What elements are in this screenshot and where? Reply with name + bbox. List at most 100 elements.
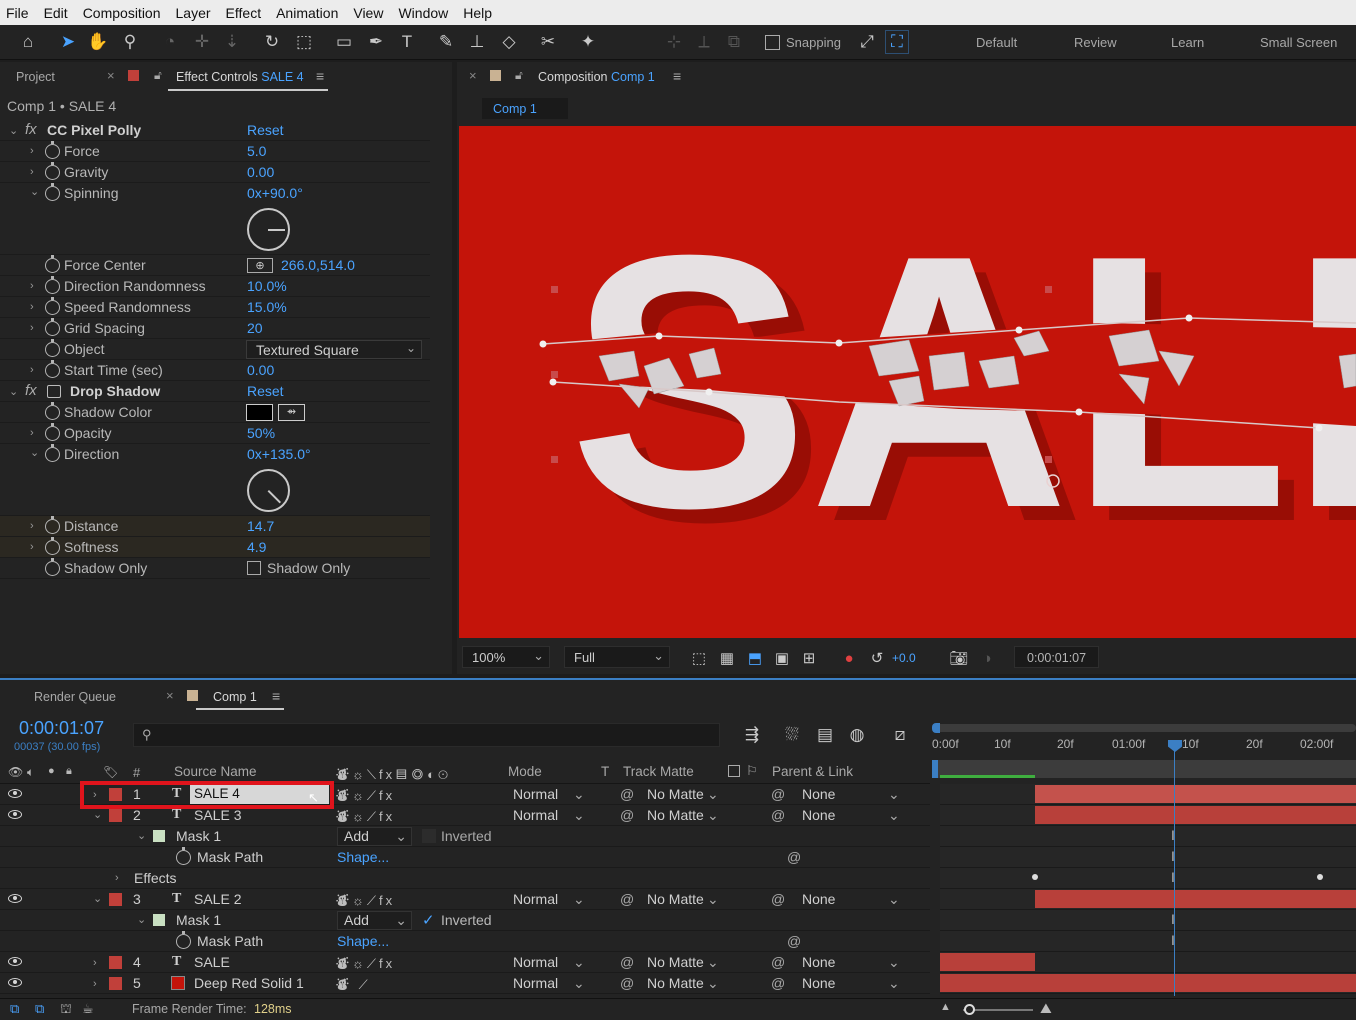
prop-value[interactable]: 50%: [247, 425, 275, 441]
puppet-pin-icon[interactable]: ✦: [576, 30, 600, 54]
zoom-slider-thumb[interactable]: [964, 1004, 975, 1015]
eye-icon[interactable]: [8, 810, 22, 819]
prop-value[interactable]: 0x+135.0°: [247, 446, 311, 462]
prop-value[interactable]: 266.0,514.0: [281, 257, 355, 273]
keyframe-dot[interactable]: [1317, 874, 1323, 880]
zoom-tool-icon[interactable]: ⚲: [118, 30, 142, 54]
layer-row[interactable]: ⌄ 2 T SALE 3 ⛇☼⟋fx Normal ⌄ @ No Matte ⌄ @…: [0, 805, 930, 826]
lock-icon[interactable]: 🔓︎: [154, 68, 162, 83]
mask-shape-link[interactable]: Shape...: [337, 933, 389, 949]
close-icon[interactable]: ×: [166, 688, 174, 703]
layer-lane[interactable]: [940, 889, 1356, 910]
mode-dropdown[interactable]: Normal: [513, 954, 558, 970]
workspace-default[interactable]: Default: [976, 35, 1017, 50]
pan-behind-icon[interactable]: ⬚: [292, 30, 316, 54]
comp-viewer[interactable]: SALE SALE: [459, 126, 1356, 638]
panel-menu-icon[interactable]: ≡: [272, 688, 280, 704]
roto-brush-icon[interactable]: ✂: [536, 30, 560, 54]
parent-dropdown[interactable]: None: [802, 891, 835, 907]
transparency-grid-icon[interactable]: ▦: [715, 646, 739, 670]
mode-dropdown[interactable]: Normal: [513, 975, 558, 991]
lock-icon[interactable]: 🔒︎: [66, 765, 72, 778]
stopwatch-icon[interactable]: [176, 847, 191, 865]
modes-toggle-icon[interactable]: ⧉: [35, 1001, 44, 1017]
layer-duration-bar[interactable]: [1035, 806, 1356, 824]
mode-dropdown[interactable]: Normal: [513, 807, 558, 823]
stopwatch-icon[interactable]: [45, 516, 60, 534]
layer-duration-bar[interactable]: [940, 974, 1356, 992]
mask-shape-link[interactable]: Shape...: [337, 849, 389, 865]
region-of-interest-icon[interactable]: ⬚: [687, 646, 711, 670]
render-time-icon[interactable]: ☕︎: [82, 1001, 94, 1017]
eye-icon[interactable]: [8, 957, 22, 966]
composition-mini-flowchart-icon[interactable]: ⇶: [740, 723, 764, 747]
menu-layer[interactable]: Layer: [176, 5, 211, 21]
prop-value[interactable]: 20: [247, 320, 263, 336]
align-icon[interactable]: ⊹: [662, 30, 686, 54]
clone-stamp-icon[interactable]: ⊥: [465, 30, 489, 54]
resolution-dropdown[interactable]: Full ⌄: [564, 646, 670, 668]
stopwatch-icon[interactable]: [45, 141, 60, 159]
menu-help[interactable]: Help: [463, 5, 492, 21]
prop-value[interactable]: 0.00: [247, 362, 274, 378]
grid-options-icon[interactable]: ⊞: [797, 646, 821, 670]
stopwatch-icon[interactable]: [45, 444, 60, 462]
parent-dropdown[interactable]: None: [802, 786, 835, 802]
prop-value[interactable]: 0x+90.0°: [247, 185, 303, 201]
layer-search-input[interactable]: ⚲: [133, 723, 720, 747]
audio-icon[interactable]: 🔈︎: [27, 765, 34, 780]
snapshot-icon[interactable]: 📷︎: [947, 646, 971, 670]
panel-menu-icon[interactable]: ≡: [316, 68, 324, 84]
eye-icon[interactable]: [8, 894, 22, 903]
fx-icon[interactable]: fx: [25, 382, 37, 399]
layer-switches-toggle-icon[interactable]: ⧉: [10, 1001, 19, 1017]
layer-lane[interactable]: [940, 973, 1356, 994]
menu-file[interactable]: File: [6, 5, 29, 21]
menu-composition[interactable]: Composition: [83, 5, 161, 21]
fx-icon[interactable]: fx: [25, 121, 37, 138]
mask-path-visibility-icon[interactable]: ⬒: [743, 646, 767, 670]
zoom-out-icon[interactable]: ▲: [940, 1001, 951, 1013]
stopwatch-icon[interactable]: [176, 931, 191, 949]
layer-duration-bar[interactable]: [940, 953, 1035, 971]
chevron-right-icon[interactable]: ›: [115, 872, 119, 884]
solo-icon[interactable]: ●: [48, 765, 55, 777]
orbit-camera-icon[interactable]: ◔: [158, 30, 182, 54]
chevron-down-icon[interactable]: ⌄: [93, 892, 102, 905]
mask-path-row[interactable]: Mask Path Shape... @: [0, 931, 930, 952]
inverted-checkbox-checked[interactable]: ✓: [422, 911, 435, 929]
workspace-small-screen[interactable]: Small Screen: [1260, 35, 1337, 50]
mode-dropdown[interactable]: Normal: [513, 891, 558, 907]
in-out-toggle-icon[interactable]: ⛫: [60, 1001, 72, 1019]
prop-value[interactable]: 5.0: [247, 143, 266, 159]
track-matte-dropdown[interactable]: No Matte: [647, 807, 704, 823]
layer-duration-bar[interactable]: [1035, 890, 1356, 908]
layer-lane[interactable]: [940, 805, 1356, 826]
track-matte-dropdown[interactable]: No Matte: [647, 891, 704, 907]
snapping-checkbox[interactable]: [765, 35, 780, 50]
timeline-comp-tab[interactable]: Comp 1: [213, 690, 257, 704]
eraser-tool-icon[interactable]: ◇: [497, 30, 521, 54]
stopwatch-icon[interactable]: [45, 183, 60, 201]
mask-name[interactable]: Mask 1: [176, 912, 221, 928]
layer-lane[interactable]: [940, 784, 1356, 805]
pick-whip-icon[interactable]: @: [771, 786, 785, 802]
object-dropdown[interactable]: Textured Square ⌄: [246, 340, 422, 359]
crosshair-icon[interactable]: ⊕: [247, 258, 273, 273]
workspace-learn[interactable]: Learn: [1171, 35, 1204, 50]
prop-value[interactable]: 10.0%: [247, 278, 287, 294]
effect-controls-tab[interactable]: Effect Controls SALE 4: [176, 62, 304, 92]
snap-grid-icon[interactable]: ⛶: [885, 30, 909, 54]
layer-name[interactable]: SALE 2: [194, 891, 241, 907]
menu-view[interactable]: View: [353, 5, 383, 21]
work-area-bar[interactable]: [935, 724, 1356, 732]
parent-dropdown[interactable]: None: [802, 954, 835, 970]
graph-editor-icon[interactable]: ⧄: [888, 723, 912, 747]
composition-tab[interactable]: Composition Comp 1: [538, 62, 655, 92]
pick-whip-icon[interactable]: @: [771, 891, 785, 907]
reset-button[interactable]: Reset: [247, 122, 284, 138]
keyframe-dot[interactable]: [1032, 874, 1038, 880]
mask-row[interactable]: ⌄ Mask 1 Add ⌄ ✓ Inverted: [0, 910, 930, 931]
prop-value[interactable]: 14.7: [247, 518, 274, 534]
menu-animation[interactable]: Animation: [276, 5, 338, 21]
